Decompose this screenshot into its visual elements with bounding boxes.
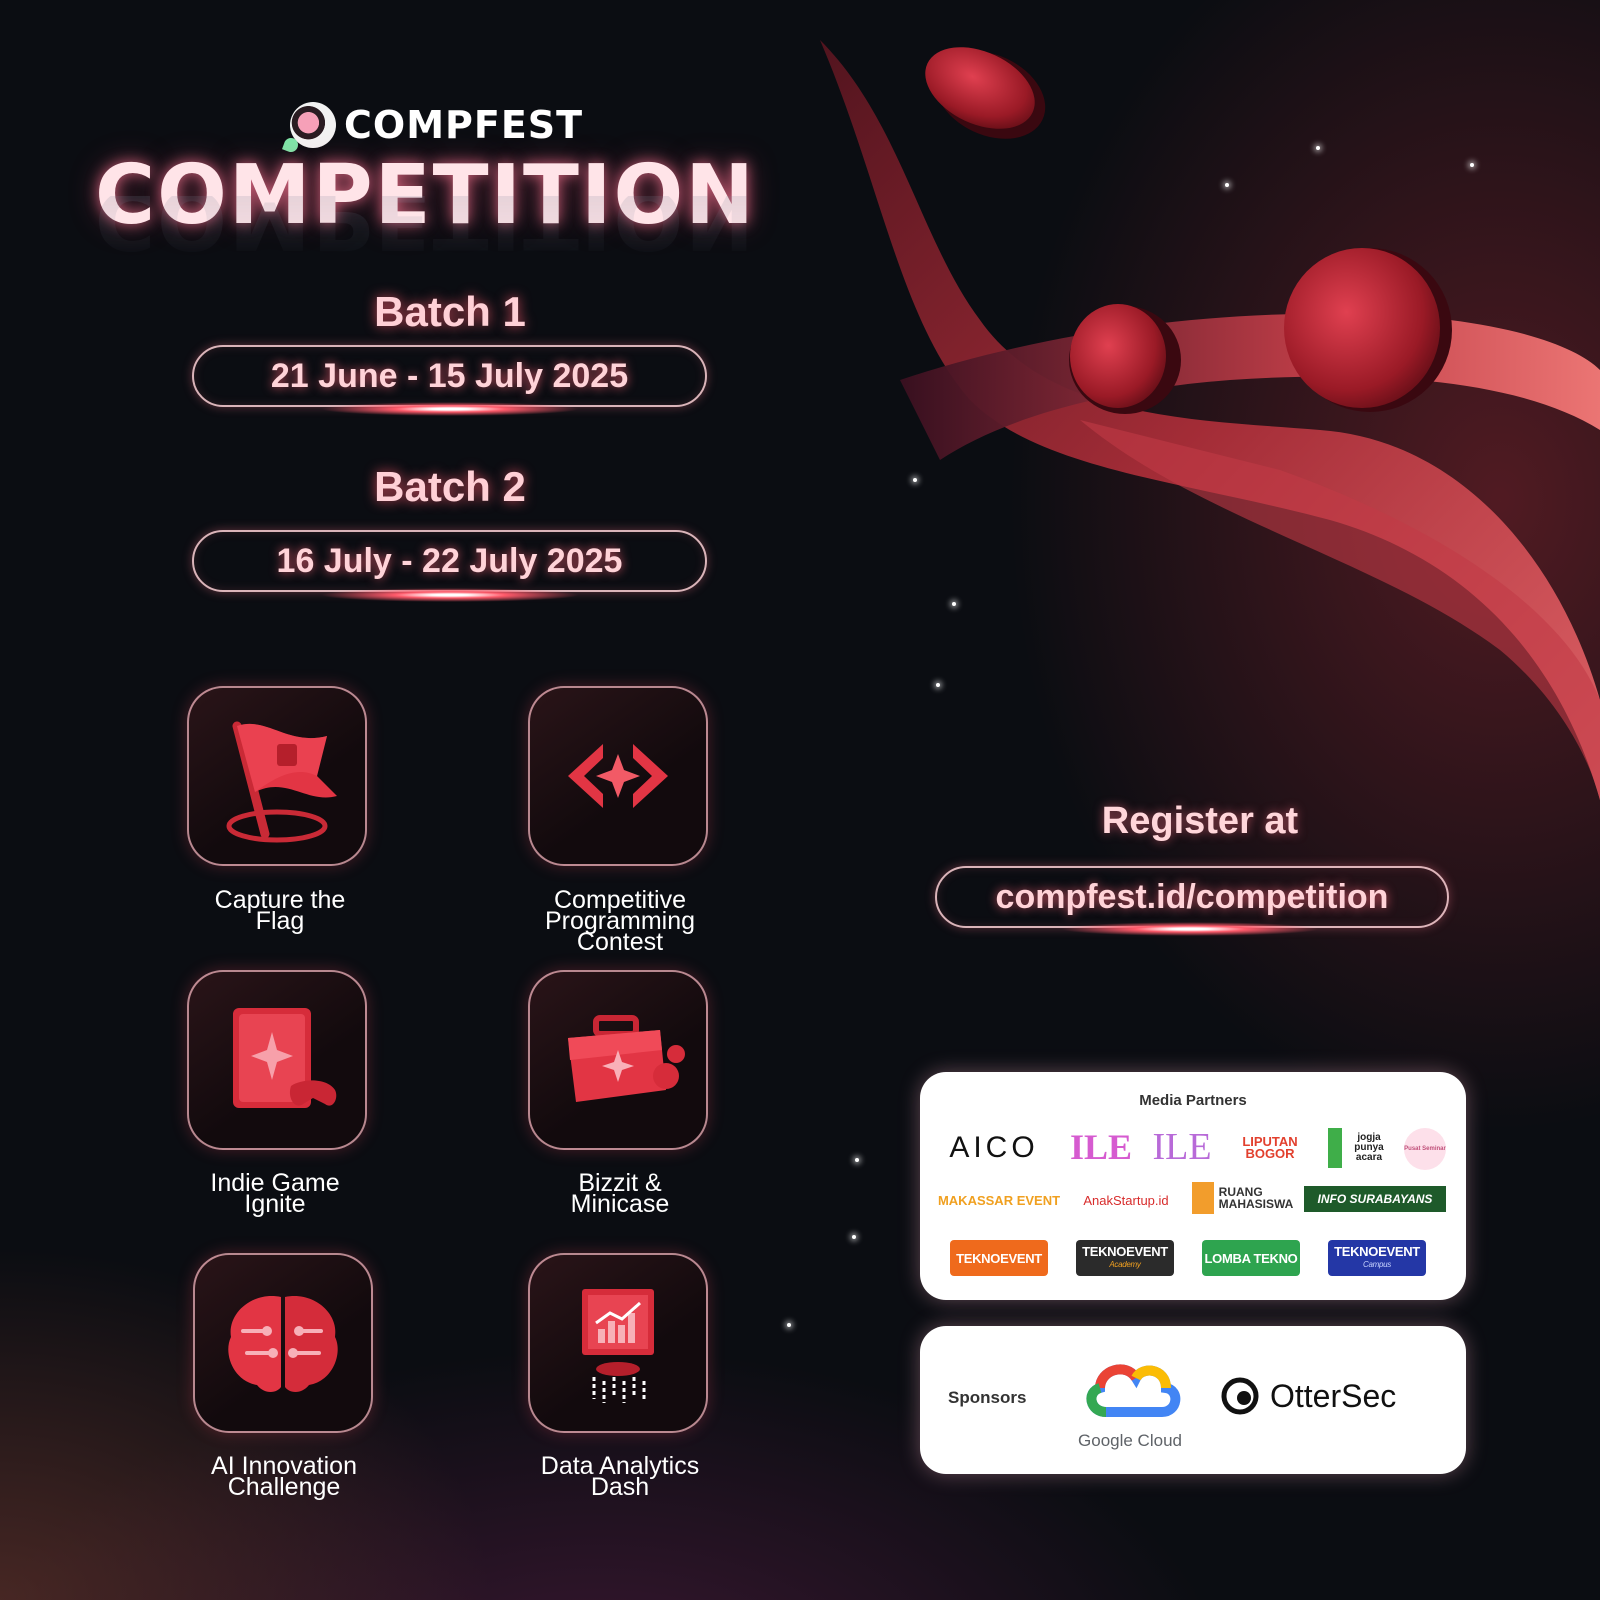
brand-name: COMPFEST	[344, 103, 584, 147]
glow-accent	[320, 588, 580, 602]
sparkle-icon	[1225, 183, 1229, 187]
batch-1-dates: 21 June - 15 July 2025	[192, 345, 707, 407]
competition-ctf-label: Capture the Flag	[214, 886, 346, 935]
partner-logo-makassar-event: MAKASSAR EVENT	[937, 1192, 1061, 1208]
partner-logo-ruang-mahasiswa: RUANG MAHASISWA	[1192, 1182, 1293, 1214]
partner-logo-ile: ILE	[1152, 1126, 1212, 1168]
ottersec-label: OtterSec	[1270, 1377, 1397, 1414]
ottersec-icon	[1221, 1377, 1259, 1415]
batch-2-label: Batch 2	[374, 463, 526, 510]
sparkle-icon	[952, 602, 956, 606]
coin-decoration	[1284, 248, 1452, 412]
sparkle-icon	[855, 1158, 859, 1162]
partner-badge-sublabel: Academy	[1109, 1260, 1141, 1269]
competition-bizzit-tile[interactable]	[528, 970, 708, 1150]
partner-logo-teknoevent-campus: TEKNOEVENT Campus	[1328, 1240, 1426, 1276]
partner-logo-pusat-seminar: Pusat Seminar	[1404, 1128, 1446, 1170]
competition-ai-tile[interactable]	[193, 1253, 373, 1433]
brand-logo: COMPFEST	[290, 100, 583, 150]
competition-data-analytics-tile[interactable]	[528, 1253, 708, 1433]
partner-logo-anakstartup: AnakStartup.id	[1083, 1192, 1169, 1208]
register-label: Register at	[1101, 800, 1299, 842]
media-partners-heading: Media Partners	[1139, 1092, 1247, 1109]
competition-indie-game-label: Indie Game Ignite	[210, 1169, 340, 1218]
sponsor-logo-google-cloud: Google Cloud	[1070, 1356, 1190, 1452]
coin-decoration	[925, 47, 1046, 139]
sponsor-logo-ottersec: OtterSec	[1220, 1376, 1396, 1416]
partner-logo-teknoevent-academy: TEKNOEVENT Academy	[1076, 1240, 1174, 1276]
partner-logo-info-surabayans: INFO SURABAYANS	[1304, 1186, 1446, 1212]
partner-badge-name: TEKNOEVENT	[1082, 1244, 1168, 1259]
register-link[interactable]: compfest.id/competition	[935, 866, 1449, 928]
compfest-logo-icon	[290, 102, 336, 148]
partner-logo-aico: AICO	[949, 1131, 1039, 1164]
media-partners-card: Media Partners AICO ILE ILE LIPUTAN BOGO…	[920, 1072, 1466, 1300]
competition-ai-label: AI Innovation Challenge	[211, 1452, 357, 1501]
competition-bizzit-label: Bizzit & Minicase	[570, 1169, 670, 1218]
google-cloud-icon	[1086, 1364, 1181, 1417]
sparkle-icon	[936, 683, 940, 687]
analytics-chart-icon	[582, 1289, 654, 1403]
sparkle-icon	[852, 1235, 856, 1239]
google-cloud-label: Google Cloud	[1078, 1431, 1182, 1450]
partner-logo-teknoevent: TEKNOEVENT	[950, 1240, 1048, 1276]
partner-logo-jogja-punya-acara: jogja punya acara	[1328, 1128, 1394, 1168]
briefcase-icon	[568, 1015, 685, 1102]
competition-ctf-tile[interactable]	[187, 686, 367, 866]
competition-data-analytics-label: Data Analytics Dash	[540, 1452, 700, 1501]
batch-2-dates: 16 July - 22 July 2025	[192, 530, 707, 592]
sparkle-icon	[787, 1323, 791, 1327]
partner-logo-lomba-tekno: LOMBA TEKNO	[1202, 1240, 1300, 1276]
glow-accent	[1060, 922, 1320, 936]
brain-icon	[228, 1296, 338, 1392]
batch-1-label: Batch 1	[374, 288, 526, 335]
partner-logo-ile: ILE	[1069, 1127, 1133, 1167]
partner-logo-liputan-bogor: LIPUTAN BOGOR	[1242, 1134, 1298, 1161]
partner-badge-sublabel: Campus	[1363, 1260, 1391, 1269]
sponsors-heading: Sponsors	[948, 1388, 1027, 1407]
flag-icon	[226, 721, 337, 843]
sparkle-icon	[1470, 163, 1474, 167]
glow-accent	[320, 402, 580, 416]
page-title-reflection: COMPETITION	[95, 196, 756, 266]
competition-indie-game-tile[interactable]	[187, 970, 367, 1150]
partner-badge-name: TEKNOEVENT	[1334, 1244, 1420, 1259]
coin-decoration	[1069, 304, 1181, 414]
sponsors-card: Sponsors Google Cloud OtterSec	[920, 1326, 1466, 1474]
game-console-icon	[233, 1008, 337, 1108]
sparkle-icon	[913, 478, 917, 482]
code-brackets-icon	[568, 744, 668, 808]
competition-cp-tile[interactable]	[528, 686, 708, 866]
sparkle-icon	[1316, 146, 1320, 150]
competition-cp-label: Competitive Programming Contest	[544, 886, 696, 956]
